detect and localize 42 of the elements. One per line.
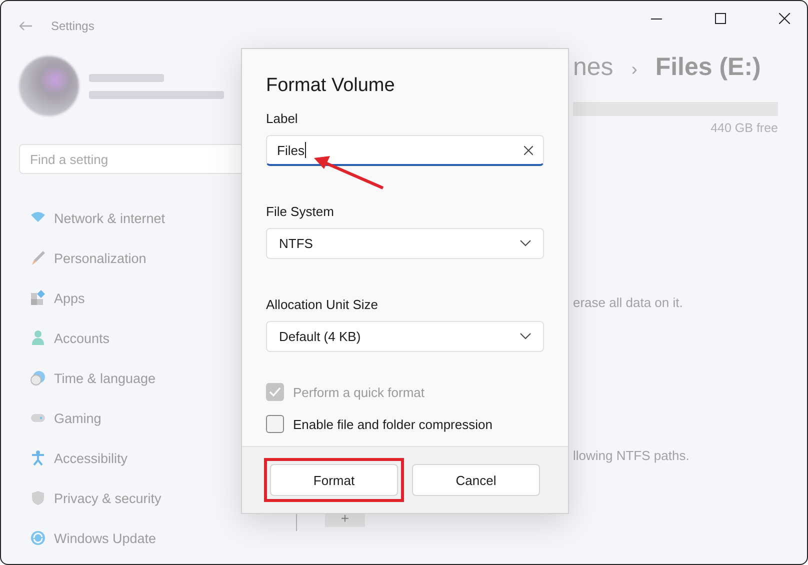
- sidebar-item-icon: [30, 250, 46, 266]
- label-field[interactable]: Files: [266, 135, 544, 166]
- clear-icon[interactable]: [524, 146, 533, 154]
- dialog-button[interactable]: Cancel: [412, 464, 540, 496]
- sidebar-item-icon: [30, 490, 46, 506]
- sidebar-item[interactable]: Apps: [19, 278, 241, 318]
- checkmark-icon: [269, 387, 281, 397]
- sidebar-item[interactable]: Network & internet: [19, 198, 241, 238]
- chevron-down-icon: [520, 333, 531, 340]
- breadcrumb-separator: ›: [631, 59, 638, 80]
- field-label: Label: [266, 111, 299, 126]
- breadcrumb-item[interactable]: nes: [573, 53, 614, 82]
- annotation-arrow: [313, 153, 385, 191]
- storage-free-text: 440 GB free: [710, 121, 778, 135]
- checkbox[interactable]: [266, 415, 284, 433]
- back-icon[interactable]: [19, 21, 33, 31]
- description-text: erase all data on it.: [573, 295, 684, 310]
- field-label: File System: [266, 204, 335, 219]
- sidebar-item[interactable]: Personalization: [19, 238, 241, 278]
- sidebar-item-icon: [30, 290, 46, 306]
- sidebar-item[interactable]: Gaming: [19, 398, 241, 438]
- dialog-title: Format Volume: [266, 75, 396, 97]
- page-title: Files (E:): [655, 53, 761, 82]
- dialog-button[interactable]: Format: [270, 464, 398, 496]
- dropdown[interactable]: NTFS: [266, 228, 544, 259]
- dropdown[interactable]: Default (4 KB): [266, 321, 544, 352]
- sidebar-item[interactable]: Windows Update: [19, 518, 241, 558]
- field-label: Allocation Unit Size: [266, 297, 379, 312]
- sidebar-item-icon: [30, 370, 46, 386]
- window-title: Settings: [51, 19, 94, 33]
- chevron-down-icon: [520, 240, 531, 247]
- sidebar-item[interactable]: Time & language: [19, 358, 241, 398]
- sidebar-item-icon: [30, 330, 46, 346]
- sidebar-item-icon: [30, 450, 46, 466]
- avatar: [19, 56, 79, 116]
- sidebar-item[interactable]: Privacy & security: [19, 478, 241, 518]
- checkbox-label: Perform a quick format: [293, 384, 424, 400]
- sidebar-item[interactable]: Accounts: [19, 318, 241, 358]
- checkbox-label: Enable file and folder compression: [293, 416, 492, 432]
- sidebar-item-icon: [30, 530, 46, 546]
- description-text: llowing NTFS paths.: [573, 448, 690, 463]
- sidebar-item[interactable]: Accessibility: [19, 438, 241, 478]
